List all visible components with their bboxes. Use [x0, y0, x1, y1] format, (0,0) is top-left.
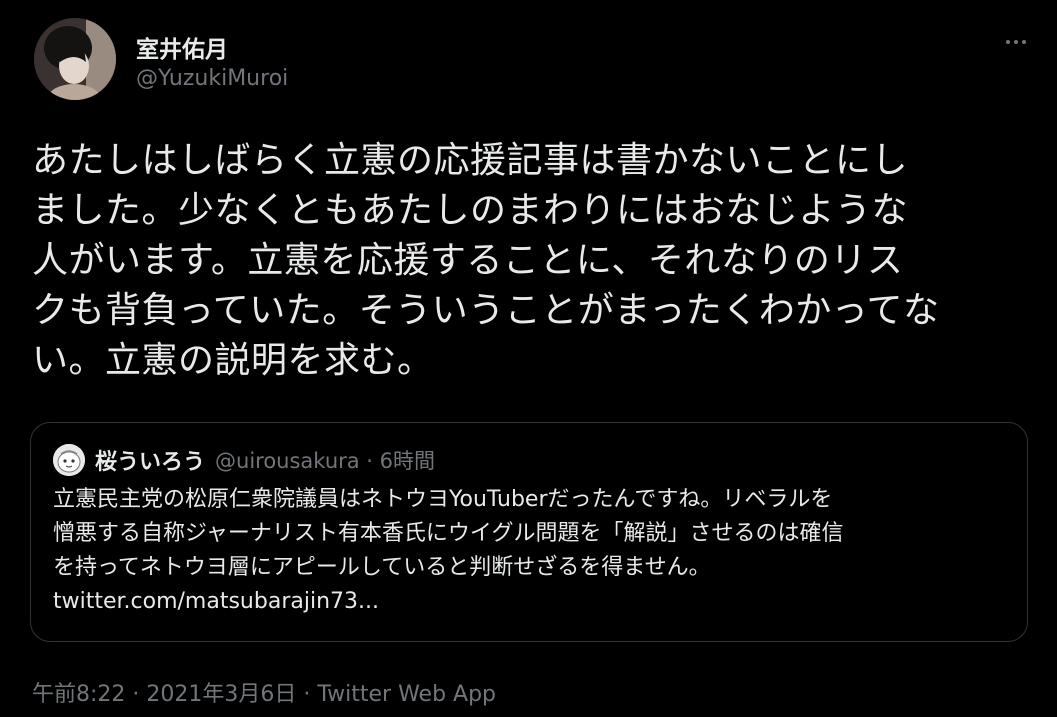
quoted-author-avatar: [53, 444, 85, 476]
tweet-footer: 午前8:22 · 2021年3月6日 · Twitter Web App: [32, 676, 496, 708]
author-avatar-image: [34, 18, 116, 100]
quoted-tweet[interactable]: 桜ういろう @uirousakura · 6時間 立憲民主党の松原仁衆院議員はネ…: [30, 422, 1028, 642]
quoted-tweet-header: 桜ういろう @uirousakura · 6時間: [53, 443, 993, 477]
tweet-source[interactable]: Twitter Web App: [317, 682, 496, 707]
quoted-tweet-meta: @uirousakura · 6時間: [215, 449, 436, 473]
author-display-name[interactable]: 室井佑月: [136, 30, 228, 64]
quoted-tweet-text: 立憲民主党の松原仁衆院議員はネトウヨYouTuberだったんですね。リベラルを …: [53, 487, 844, 614]
quoted-author-avatar-image: [53, 444, 85, 476]
footer-separator: ·: [296, 682, 318, 707]
tweet-timestamp[interactable]: 午前8:22 · 2021年3月6日: [32, 682, 296, 707]
tweet: 室井佑月 @YuzukiMuroi あたしはしばらく立憲の応援記事は書かないこと…: [0, 0, 1057, 717]
author-avatar[interactable]: [34, 18, 116, 100]
author-handle[interactable]: @YuzukiMuroi: [136, 66, 288, 91]
more-horizontal-icon: [1006, 40, 1026, 44]
tweet-header: 室井佑月 @YuzukiMuroi: [34, 18, 1034, 108]
quoted-author-display-name: 桜ういろう: [95, 450, 206, 475]
tweet-text: あたしはしばらく立憲の応援記事は書かないことにし ました。少なくともあたしのまわ…: [32, 140, 940, 381]
more-options-button[interactable]: [998, 30, 1034, 54]
